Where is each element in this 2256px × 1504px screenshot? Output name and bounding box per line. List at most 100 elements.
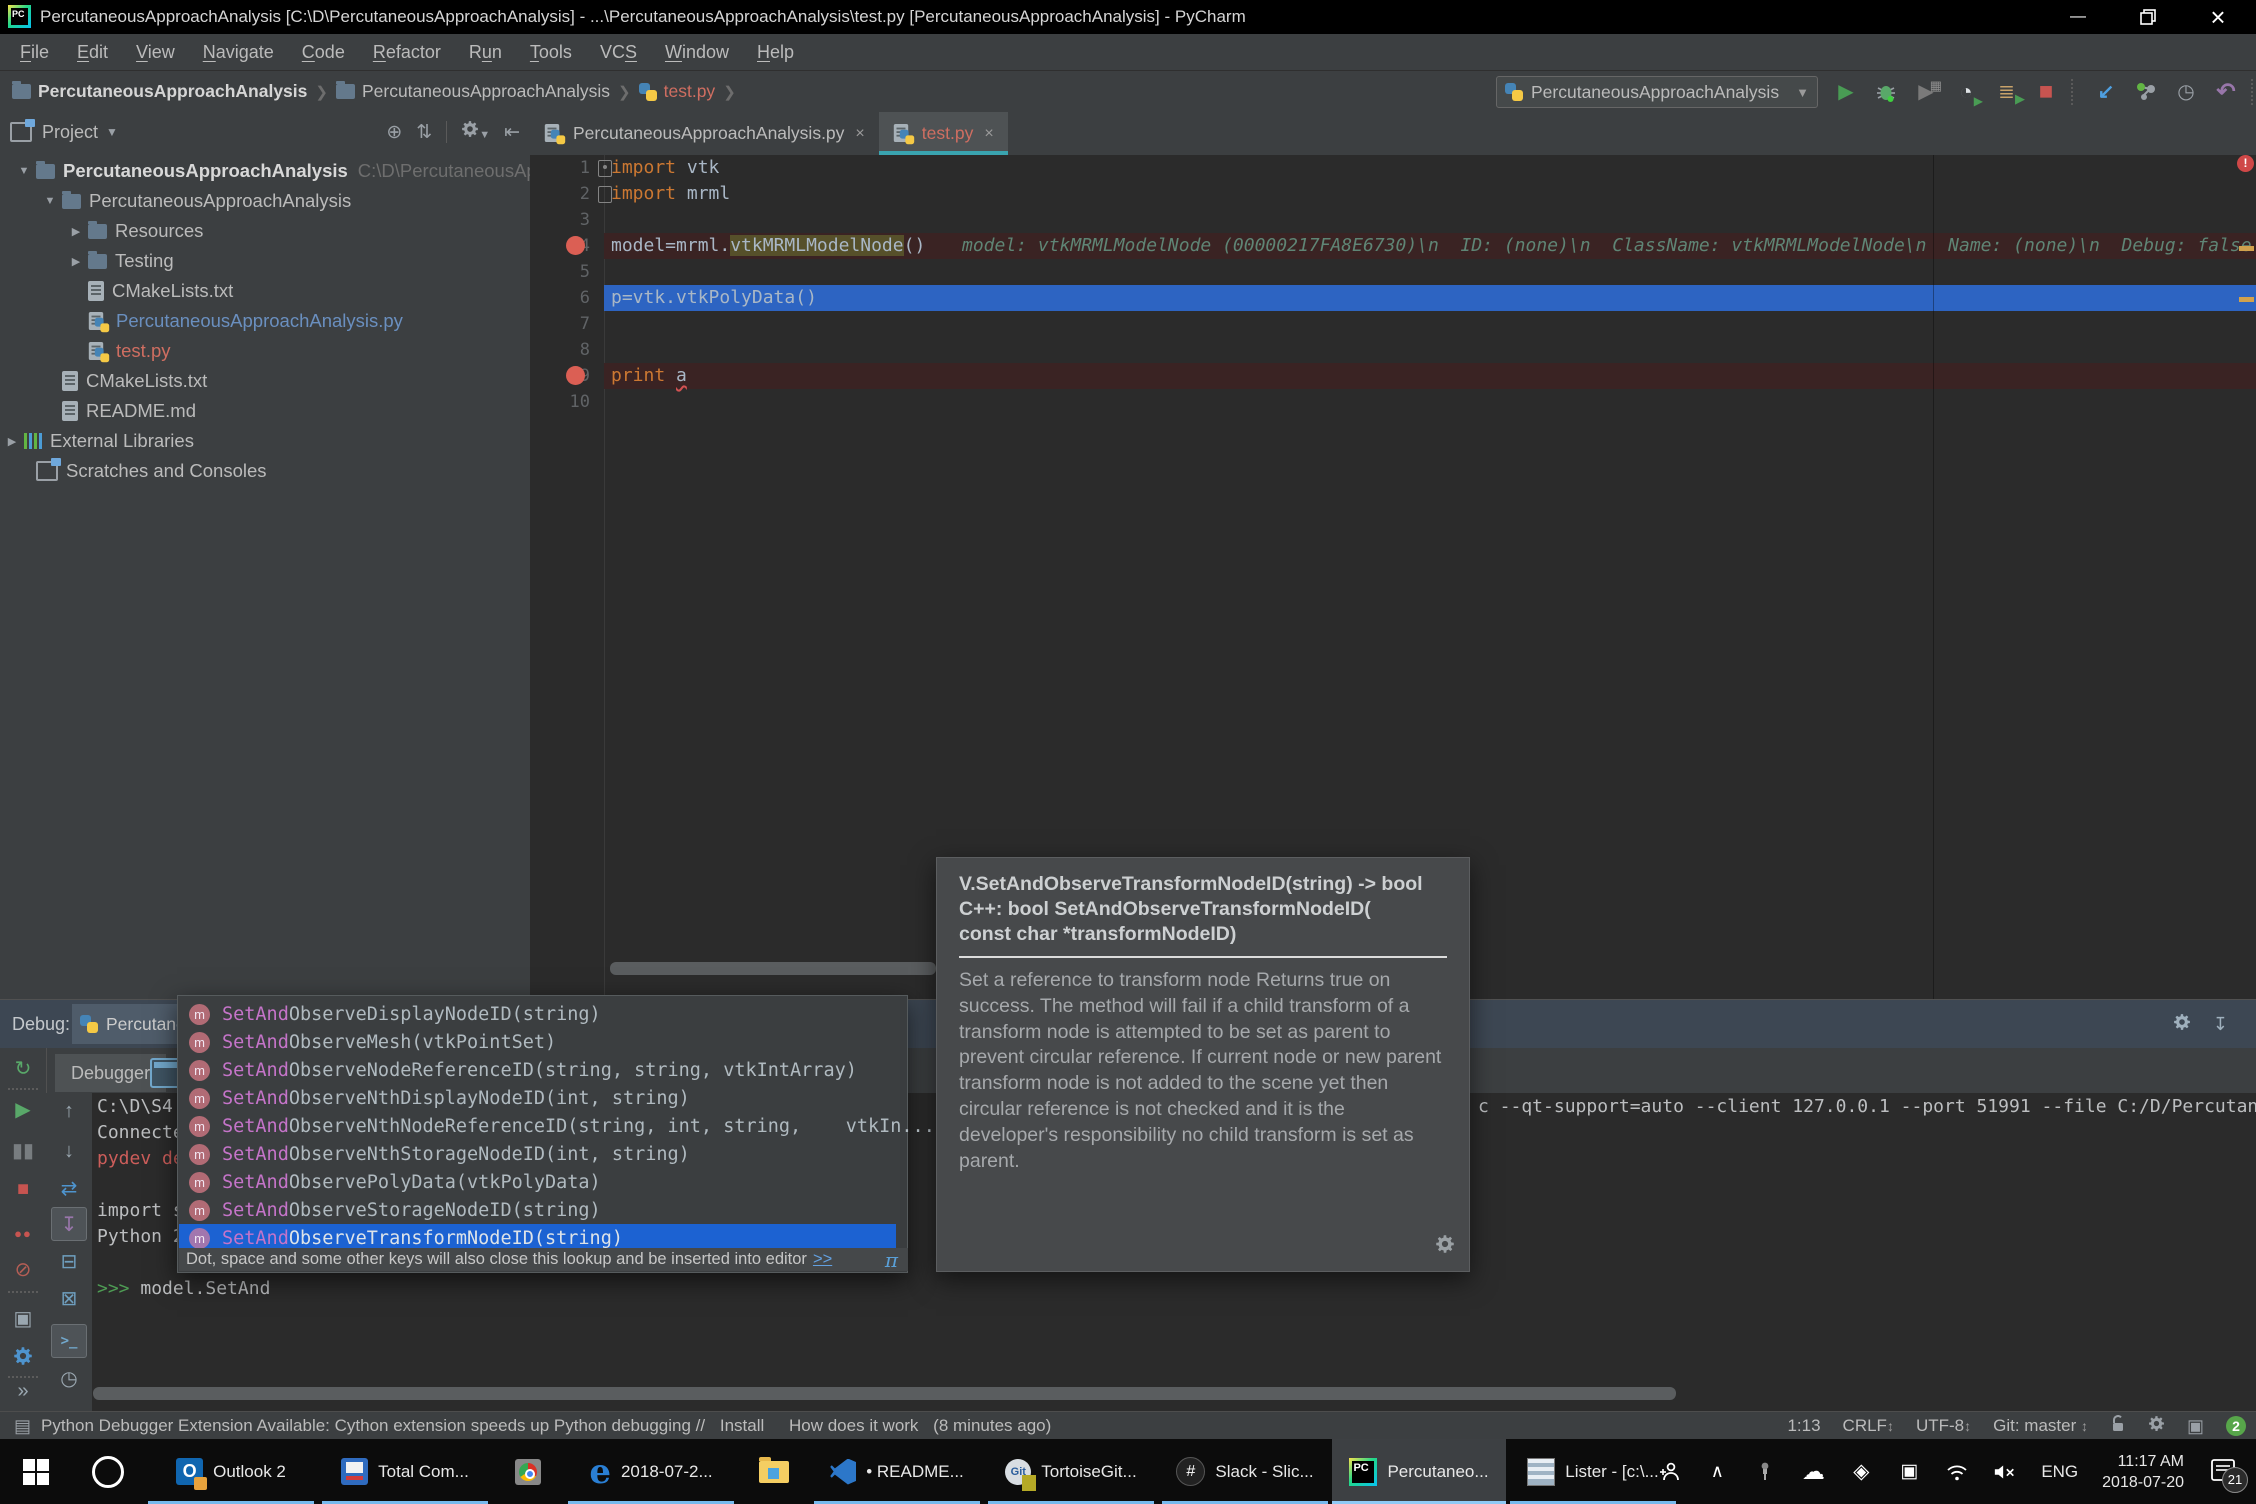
tree-item-percutaneousapproachanalysis[interactable]: ▼ PercutaneousApproachAnalysis	[0, 186, 530, 216]
history-button[interactable]: ◷	[46, 1361, 92, 1395]
breakpoint-icon[interactable]	[566, 236, 585, 255]
close-tab-icon[interactable]: ×	[855, 125, 864, 143]
menu-vcs[interactable]: VCS	[586, 42, 651, 63]
gear-icon[interactable]	[2148, 1415, 2165, 1437]
close-tab-icon[interactable]: ×	[984, 125, 993, 143]
language-indicator[interactable]: ENG	[2041, 1462, 2078, 1482]
debug-settings-icon[interactable]	[2173, 1013, 2191, 1036]
encoding-select[interactable]: UTF-8↕	[1916, 1416, 1971, 1436]
inspector-icon[interactable]: ▣	[2187, 1416, 2204, 1437]
tree-item-percutaneousapproachanalysis-py[interactable]: PercutaneousApproachAnalysis.py	[0, 306, 530, 336]
menu-refactor[interactable]: Refactor	[359, 42, 455, 63]
event-log-icon[interactable]: ▤	[14, 1416, 31, 1437]
hide-window-icon[interactable]: ↧	[2213, 1014, 2228, 1035]
tree-item-external-libraries[interactable]: ▶ External Libraries	[0, 426, 530, 456]
breadcrumb-item[interactable]: PercutaneousApproachAnalysis	[12, 81, 307, 102]
taskbar-totalcmd[interactable]: Total Com...	[318, 1439, 492, 1504]
more-options-button[interactable]: »	[0, 1374, 46, 1408]
tree-item-scratches-and-consoles[interactable]: Scratches and Consoles	[0, 456, 530, 486]
loop-button[interactable]: ⇄	[46, 1171, 92, 1205]
print-button[interactable]: ⊟	[46, 1244, 92, 1278]
gutter-tag-icon[interactable]	[598, 186, 612, 203]
taskbar-pycharm[interactable]: Percutaneo...	[1332, 1439, 1506, 1504]
install-link[interactable]: Install	[720, 1416, 764, 1436]
scroll-to-end-button[interactable]: ↧	[51, 1207, 87, 1241]
gear-icon[interactable]: ▼	[461, 120, 490, 144]
error-stripe-badge[interactable]: !	[2237, 155, 2254, 172]
completion-item[interactable]: m SetAnd ObserveNthDisplayNodeID(int, stri…	[179, 1084, 896, 1112]
close-button[interactable]: ×	[2185, 0, 2251, 34]
run-config-select[interactable]: PercutaneousApproachAnalysis ▼	[1496, 76, 1818, 108]
chevron-down-icon[interactable]: ▼	[106, 125, 118, 139]
completion-item[interactable]: m SetAnd ObserveNthNodeReferenceID(string,…	[179, 1112, 935, 1140]
menu-navigate[interactable]: Navigate	[189, 42, 288, 63]
editor-hscrollbar[interactable]	[610, 962, 936, 975]
locate-icon[interactable]: ⊕	[386, 121, 402, 144]
up-stack-button[interactable]: ↑	[46, 1094, 92, 1128]
hide-panel-icon[interactable]: ⇤	[504, 121, 520, 144]
taskbar-tortoisegit[interactable]: Git TortoiseGit...	[984, 1439, 1158, 1504]
breakpoint-icon[interactable]	[566, 366, 585, 385]
editor-tab-test.py[interactable]: test.py ×	[878, 112, 1008, 155]
debug-settings-gear[interactable]	[0, 1339, 46, 1373]
completion-item[interactable]: m SetAnd ObserveMesh(vtkPointSet)	[179, 1028, 896, 1056]
update-project-button[interactable]: ↙	[2088, 74, 2124, 110]
tree-item-test-py[interactable]: test.py	[0, 336, 530, 366]
rerun-button[interactable]: ↻	[0, 1051, 46, 1085]
run-button[interactable]: ▶	[1828, 74, 1864, 110]
vcs-actions-button[interactable]	[2128, 74, 2164, 110]
project-panel-title[interactable]: Project	[42, 122, 98, 143]
breadcrumb-item[interactable]: test.py	[638, 81, 715, 102]
breadcrumb-item[interactable]: PercutaneousApproachAnalysis	[335, 81, 610, 102]
completion-item[interactable]: m SetAnd ObserveDisplayNodeID(string)	[179, 1000, 896, 1028]
editor-tab-PercutaneousApproachAnalysis.py[interactable]: PercutaneousApproachAnalysis.py ×	[530, 112, 879, 155]
git-branch-select[interactable]: Git: master ↕	[1993, 1416, 2088, 1436]
taskbar-vscode[interactable]: • README...	[810, 1439, 984, 1504]
view-breakpoints-button[interactable]: ●●	[0, 1216, 46, 1250]
gutter-tag-icon[interactable]	[598, 160, 612, 177]
show-prompt-button[interactable]: >_	[51, 1324, 87, 1358]
run-coverage-button[interactable]: ▶ ▦	[1908, 74, 1944, 110]
menu-tools[interactable]: Tools	[516, 42, 586, 63]
taskbar-lister[interactable]: Lister - [c:\...	[1506, 1439, 1680, 1504]
menu-help[interactable]: Help	[743, 42, 808, 63]
completion-item[interactable]: m SetAnd ObservePolyData(vtkPolyData)	[179, 1168, 896, 1196]
lock-icon[interactable]	[2110, 1414, 2126, 1438]
menu-edit[interactable]: Edit	[63, 42, 122, 63]
tree-item-resources[interactable]: ▶ Resources	[0, 216, 530, 246]
pause-button[interactable]: ▮▮	[0, 1133, 46, 1167]
clear-console-button[interactable]: ⊠	[46, 1281, 92, 1315]
minimize-button[interactable]: —	[2045, 0, 2111, 34]
notification-badge[interactable]: 2	[2226, 1416, 2246, 1436]
recent-changes-button[interactable]: ◷	[2168, 74, 2204, 110]
collapse-all-icon[interactable]: ⇅	[416, 121, 432, 144]
taskbar-screenshot-tool[interactable]	[492, 1439, 564, 1504]
taskbar-edge[interactable]: e 2018-07-2...	[564, 1439, 738, 1504]
debug-button[interactable]	[1868, 74, 1904, 110]
line-separator-select[interactable]: CRLF↕	[1843, 1416, 1894, 1436]
menu-code[interactable]: Code	[288, 42, 359, 63]
taskbar-outlook[interactable]: O Outlook 2	[144, 1439, 318, 1504]
cortana-button[interactable]	[72, 1439, 144, 1504]
debug-session-tab[interactable]: PercutaneousApproachAnalysis	[72, 1004, 185, 1044]
taskbar-explorer[interactable]	[738, 1439, 810, 1504]
menu-run[interactable]: Run	[455, 42, 516, 63]
resume-button[interactable]: ▶	[0, 1092, 46, 1126]
tree-item-percutaneousapproachanalysis[interactable]: ▼ PercutaneousApproachAnalysis C:\D\Percut…	[0, 156, 530, 186]
start-button[interactable]	[0, 1439, 72, 1504]
gear-icon[interactable]	[1435, 1234, 1455, 1259]
taskbar-slack[interactable]: # Slack - Slic...	[1158, 1439, 1332, 1504]
tree-item-testing[interactable]: ▶ Testing	[0, 246, 530, 276]
action-center-button[interactable]: 21	[2208, 1455, 2248, 1493]
tree-item-readme-md[interactable]: README.md	[0, 396, 530, 426]
mute-breakpoints-button[interactable]: ⊘	[0, 1252, 46, 1286]
profiler-button[interactable]: ◔ ▶	[1948, 74, 1984, 110]
hint-link[interactable]: >>	[813, 1250, 832, 1269]
rollback-button[interactable]: ↶	[2208, 74, 2244, 110]
how-does-it-work-link[interactable]: How does it work	[789, 1416, 918, 1436]
console-hscrollbar[interactable]	[93, 1387, 1676, 1400]
menu-window[interactable]: Window	[651, 42, 743, 63]
completion-item[interactable]: m SetAnd ObserveNthStorageNodeID(int, stri…	[179, 1140, 896, 1168]
stop-debug-button[interactable]: ■	[0, 1172, 46, 1206]
restore-button[interactable]	[2115, 0, 2181, 34]
